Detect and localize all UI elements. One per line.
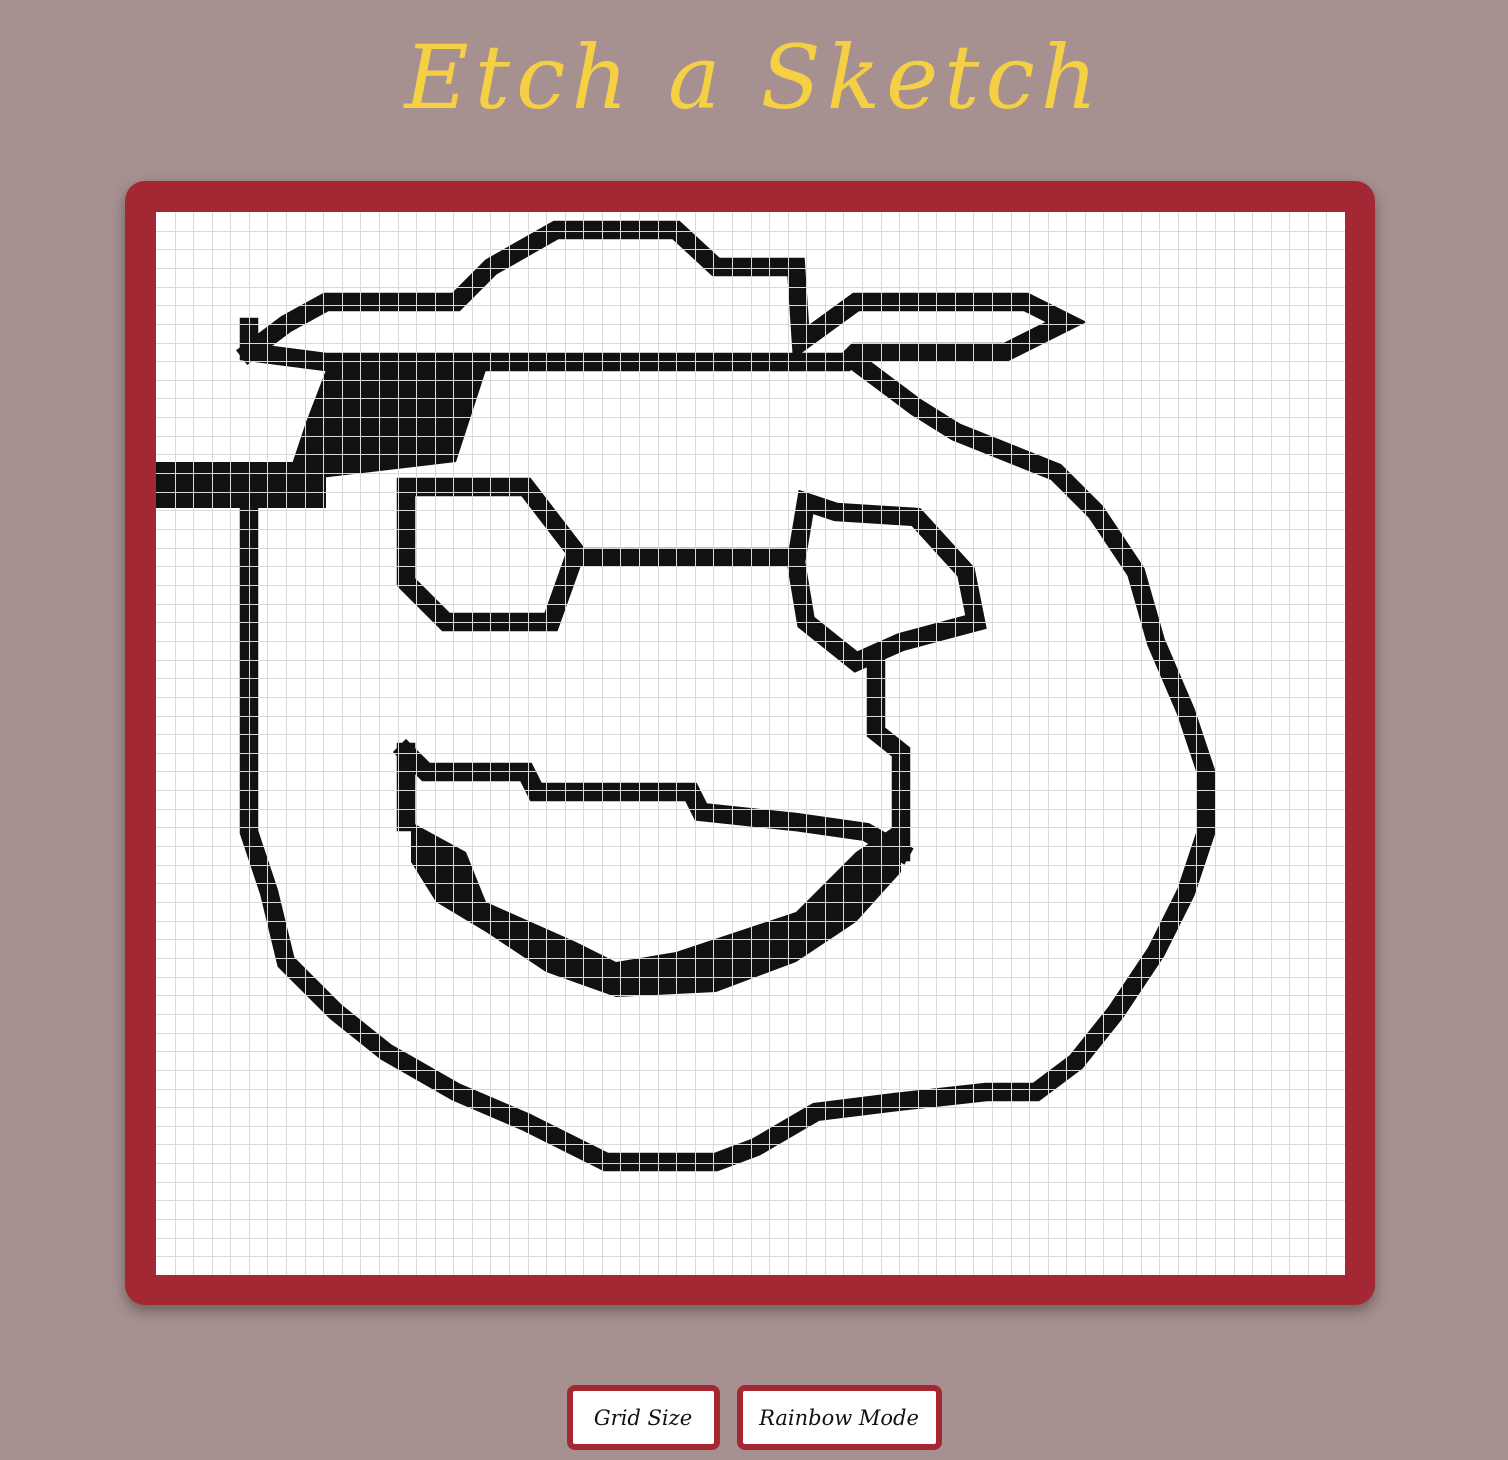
nose-line [866, 652, 911, 862]
right-lens [786, 489, 987, 673]
mouth-shape [411, 822, 901, 997]
sketch-grid[interactable] [156, 212, 1345, 1275]
left-bar [156, 462, 326, 508]
mouth-top [392, 738, 914, 865]
rainbow-mode-button[interactable]: Rainbow Mode [736, 1385, 942, 1450]
face-outline [239, 349, 1216, 1172]
sketch-frame [125, 181, 1375, 1305]
grid-size-button[interactable]: Grid Size [566, 1385, 720, 1450]
page-title: Etch a Sketch [404, 26, 1104, 129]
sketch-canvas[interactable] [156, 212, 1345, 1275]
controls: Grid Size Rainbow Mode [0, 1385, 1508, 1450]
